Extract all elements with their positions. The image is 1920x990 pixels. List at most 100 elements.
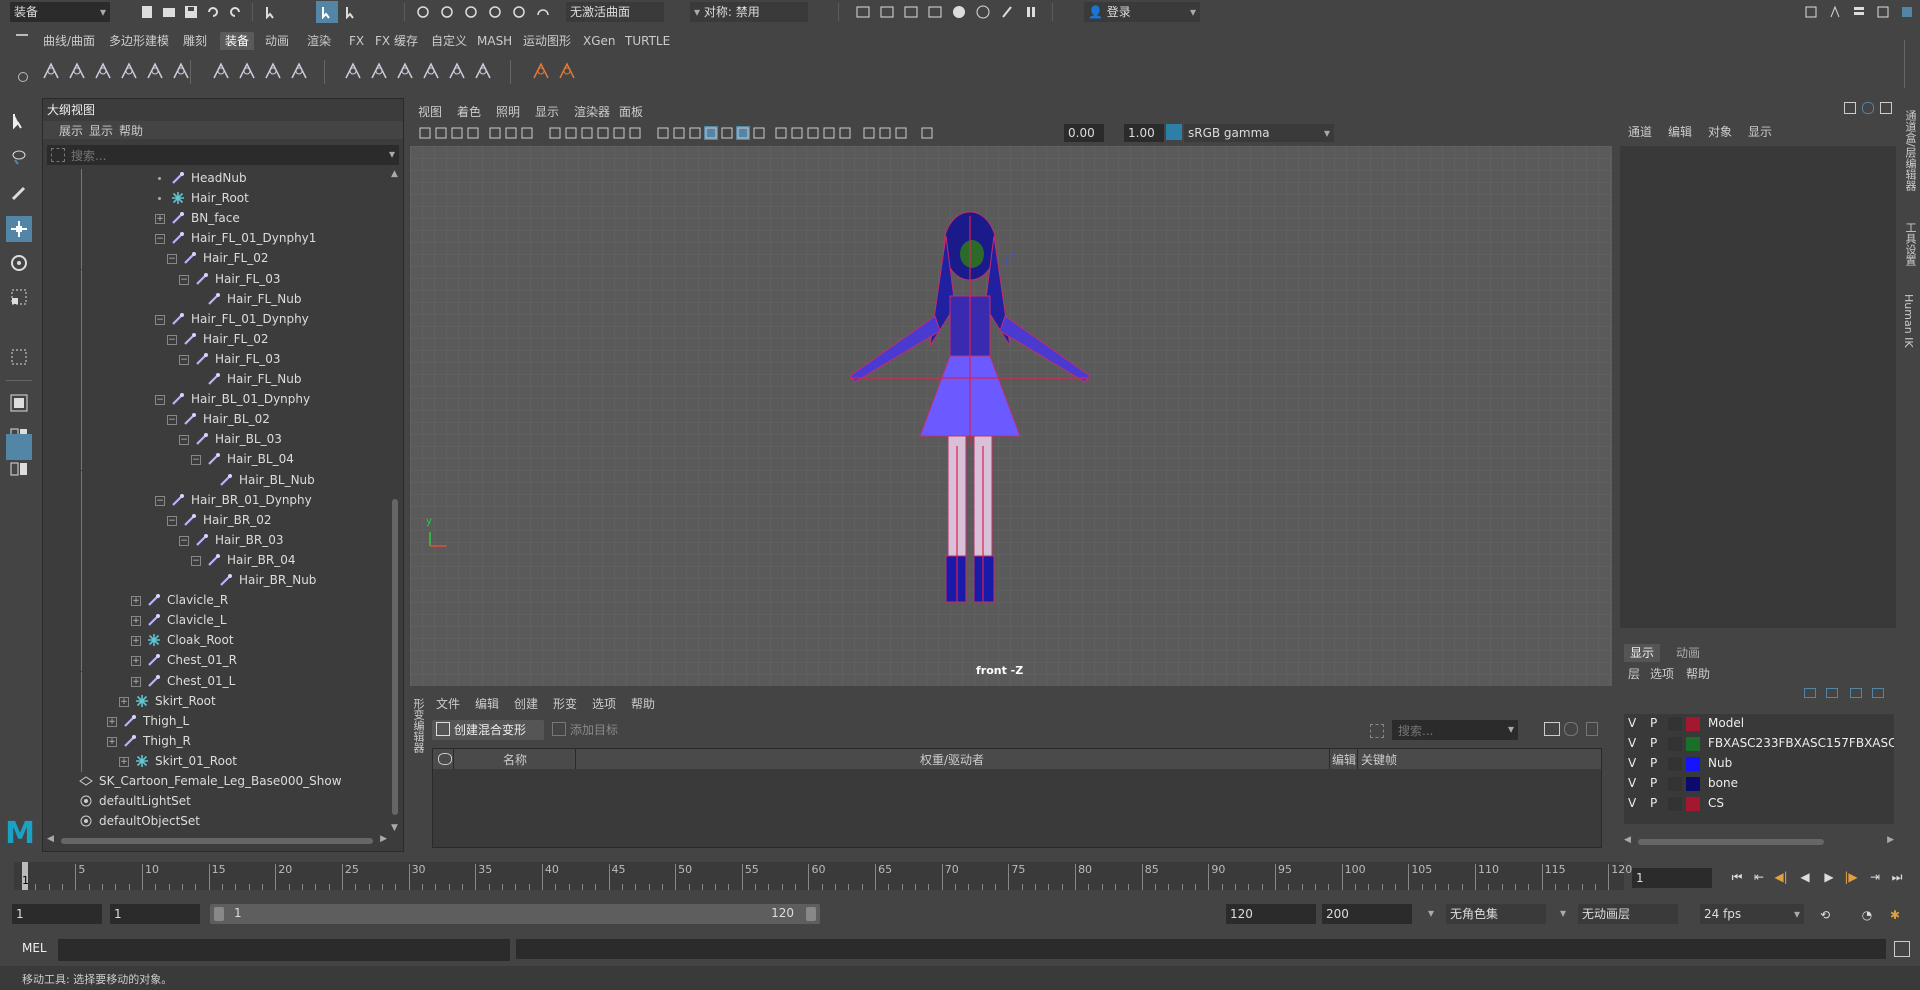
layer-color-swatch[interactable]: [1686, 757, 1700, 771]
shelf-tab[interactable]: 曲线/曲面: [38, 32, 100, 50]
outliner-item[interactable]: Hair_FL_Nub: [49, 370, 379, 390]
time-slider[interactable]: 5 10 15 20 25 30 35 40 45 50 55 60 65 70 75 80 85 90 95 100…: [14, 862, 1632, 890]
outliner-item[interactable]: + Cloak_Root: [49, 631, 379, 652]
outliner-item[interactable]: − Hair_BR_03: [49, 530, 379, 551]
quick-rig-icon[interactable]: [144, 60, 166, 82]
outliner-item[interactable]: Hair_BL_Nub: [49, 470, 379, 491]
parent-constraint-icon[interactable]: [556, 60, 578, 82]
shelf-tab[interactable]: TURTLE: [620, 32, 675, 50]
outliner-item[interactable]: − Hair_BR_02: [49, 510, 379, 531]
scroll-left-icon[interactable]: ◀: [1624, 835, 1631, 845]
shelf-collapse-icon[interactable]: [16, 34, 28, 36]
far-clip-field[interactable]: 1.00: [1124, 124, 1164, 142]
snap-grid-icon[interactable]: [412, 1, 434, 23]
layer-playback-toggle[interactable]: P: [1650, 716, 1657, 730]
layer-row[interactable]: V P CS: [1624, 794, 1894, 814]
cluster-icon[interactable]: [342, 60, 364, 82]
outliner-item[interactable]: Hair_FL_Nub: [49, 289, 379, 310]
layer-color-swatch[interactable]: [1686, 737, 1700, 751]
menu-item[interactable]: 视图: [418, 103, 442, 120]
layer-playback-toggle[interactable]: P: [1650, 776, 1657, 790]
menu-item[interactable]: 展示: [59, 122, 83, 139]
modeling-toolkit-icon[interactable]: [1824, 1, 1846, 23]
outliner-item[interactable]: + Skirt_Root: [49, 691, 379, 712]
outliner-item[interactable]: HeadNub: [49, 169, 379, 189]
step-back-key-icon[interactable]: ◀|: [1770, 866, 1792, 888]
col-edit[interactable]: 编辑: [1331, 751, 1357, 768]
channel-box-body[interactable]: [1620, 146, 1896, 628]
layer-visibility-toggle[interactable]: V: [1628, 796, 1636, 810]
menu-item[interactable]: 选项: [1650, 665, 1674, 682]
default-material-icon[interactable]: [688, 126, 702, 140]
menu-item[interactable]: 显示: [1748, 123, 1772, 140]
lasso-tool-icon[interactable]: [8, 146, 30, 168]
scroll-right-icon[interactable]: ▶: [380, 834, 387, 844]
shelf-options-icon[interactable]: [18, 72, 28, 82]
orient-constraint-icon[interactable]: [472, 60, 494, 82]
wireframe-on-shaded-icon[interactable]: [704, 126, 718, 140]
layer-visibility-toggle[interactable]: V: [1628, 756, 1636, 770]
refresh-icon[interactable]: [1564, 722, 1578, 736]
shelf-tab[interactable]: FX: [344, 32, 369, 50]
command-input[interactable]: [58, 939, 510, 961]
menu-item[interactable]: 显示: [89, 122, 113, 139]
color-management-icon[interactable]: [1166, 124, 1182, 140]
point-constraint-icon[interactable]: [420, 60, 442, 82]
outliner-item[interactable]: − Hair_BL_02: [49, 410, 379, 431]
go-to-end-icon[interactable]: ⏭: [1886, 866, 1908, 888]
shelf-tab[interactable]: MASH: [472, 32, 517, 50]
menu-set-dropdown[interactable]: 装备 ▾: [10, 2, 110, 22]
outliner-hscroll-thumb[interactable]: [61, 838, 373, 844]
scale-constraint-icon[interactable]: [530, 60, 552, 82]
outliner-item[interactable]: − Hair_FL_03: [49, 349, 379, 370]
color-space-dropdown[interactable]: sRGB gamma ▾: [1184, 124, 1334, 142]
script-editor-icon[interactable]: [1894, 941, 1910, 957]
layer-playback-toggle[interactable]: P: [1650, 756, 1657, 770]
menu-item[interactable]: 创建: [514, 695, 538, 712]
new-layer-icon[interactable]: [1850, 688, 1862, 698]
expand-toggle-icon[interactable]: +: [155, 214, 165, 225]
col-keyframe[interactable]: 关键帧: [1359, 751, 1399, 768]
outliner-item[interactable]: − Hair_FL_03: [49, 269, 379, 290]
aim-constraint-icon[interactable]: [446, 60, 468, 82]
outliner-item[interactable]: − Hair_BL_04: [49, 450, 379, 471]
side-tab-tool-settings[interactable]: 工具设置: [1902, 222, 1918, 266]
expand-toggle-icon[interactable]: −: [179, 354, 189, 365]
shelf-tab[interactable]: 渲染: [302, 32, 336, 50]
render-view-icon[interactable]: [852, 1, 874, 23]
layer-color-swatch[interactable]: [1686, 717, 1700, 731]
layer-color-swatch[interactable]: [1686, 797, 1700, 811]
film-gate-icon[interactable]: [548, 126, 562, 140]
paint-select-tool-icon[interactable]: [8, 182, 30, 204]
outliner-item[interactable]: + Skirt_01_Root: [49, 751, 379, 772]
expand-toggle-icon[interactable]: −: [191, 555, 201, 566]
range-slider-end-handle[interactable]: [806, 907, 816, 921]
outliner-item[interactable]: + BN_face: [49, 209, 379, 230]
auto-key-icon[interactable]: ◔: [1856, 904, 1878, 926]
menu-item[interactable]: 编辑: [475, 695, 499, 712]
outliner-item[interactable]: Hair_Root: [49, 189, 379, 210]
step-forward-icon[interactable]: ⇥: [1864, 866, 1886, 888]
safe-action-icon[interactable]: [612, 126, 626, 140]
paint-weights-icon[interactable]: [262, 60, 284, 82]
menu-item[interactable]: 帮助: [1686, 665, 1710, 682]
go-to-start-icon[interactable]: ⏮: [1726, 866, 1748, 888]
menu-item[interactable]: 面板: [619, 103, 643, 120]
create-joints-icon[interactable]: [40, 60, 62, 82]
render-settings-icon[interactable]: [924, 1, 946, 23]
snap-surface-icon[interactable]: [508, 1, 530, 23]
resolution-gate-icon[interactable]: [564, 126, 578, 140]
character-set-dropdown[interactable]: 无角色集: [1446, 904, 1546, 924]
scale-tool-icon[interactable]: [8, 286, 30, 308]
open-scene-icon[interactable]: [158, 1, 180, 23]
layer-editor-tab[interactable]: 动画: [1670, 644, 1706, 662]
command-language-label[interactable]: MEL: [22, 941, 47, 955]
expand-toggle-icon[interactable]: −: [167, 515, 177, 526]
bookmark-icon[interactable]: [450, 126, 464, 140]
expand-toggle-icon[interactable]: −: [179, 535, 189, 546]
layer-display-type[interactable]: [1668, 717, 1682, 731]
last-tool-icon[interactable]: [8, 346, 30, 368]
outliner-search-input[interactable]: [69, 145, 373, 167]
isolate-select-icon[interactable]: [862, 126, 876, 140]
ipr-render-icon[interactable]: [900, 1, 922, 23]
